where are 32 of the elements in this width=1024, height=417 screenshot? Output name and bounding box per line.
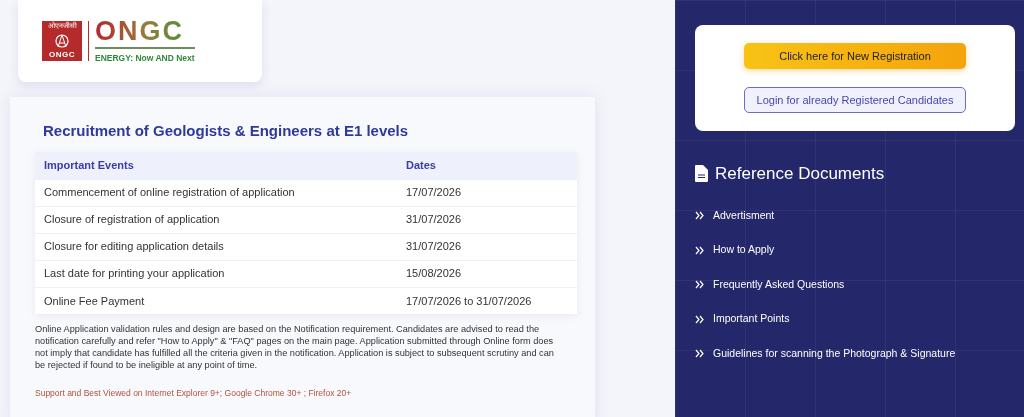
column-header: Important Events: [35, 152, 397, 179]
section-heading: Reference Documents: [715, 163, 885, 185]
table-cell: 31/07/2026: [397, 206, 577, 233]
table-cell: Commencement of online registration of application: [35, 179, 397, 206]
table-cell: 17/07/2026: [397, 179, 577, 206]
table-cell: Closure for editing application details: [35, 233, 397, 260]
disclaimer-text: Online Application validation rules and design are based on the Notification requirement. Candidates are advised to read the notification carefully and refer "How to Apply" & "FAQ" pages on the main page. Application submitted through Online form does not imply that candidate has fulfilled all the criteria given in the notification. Application is subject to subsequent scrutiny and can be rejected if found to be ineligible at any point of time.: [35, 324, 555, 372]
reference-link[interactable]: Guidelines for scanning the Photograph & Signature: [713, 345, 956, 362]
reference-link[interactable]: Frequently Asked Questions: [713, 276, 845, 293]
reference-link[interactable]: Important Points: [713, 311, 790, 328]
reference-link[interactable]: How to Apply: [713, 242, 775, 259]
double-chevron-icon: [695, 314, 704, 324]
table-cell: 31/07/2026: [397, 233, 577, 260]
double-chevron-icon: [695, 280, 704, 290]
reference-link[interactable]: Advertisment: [713, 207, 775, 224]
new-registration-button[interactable]: Click here for New Registration: [744, 43, 966, 69]
derrick-icon: [54, 33, 70, 48]
emblem-text: ONGC: [49, 51, 75, 59]
double-chevron-icon: [695, 211, 704, 221]
double-chevron-icon: [695, 349, 704, 359]
column-header: Dates: [397, 152, 577, 179]
table-cell: 15/08/2026: [397, 260, 577, 287]
notice-title: Recruitment of Geologists & Engineers at E1 levels: [43, 122, 410, 140]
document-icon: [695, 165, 708, 183]
table-cell: Closure of registration of application: [35, 206, 397, 233]
logo-tagline: ENERGY: Now AND Next: [95, 51, 195, 65]
browser-support-text: Support and Best Viewed on Internet Explorer 9+; Google Chrome 30+ ; Firefox 20+: [35, 386, 353, 400]
login-button[interactable]: Login for already Registered Candidates: [744, 87, 966, 113]
table-cell: 17/07/2026 to 31/07/2026: [397, 287, 577, 314]
table-cell: Last date for printing your application: [35, 260, 397, 287]
double-chevron-icon: [695, 245, 704, 255]
table-cell: Online Fee Payment: [35, 287, 397, 314]
